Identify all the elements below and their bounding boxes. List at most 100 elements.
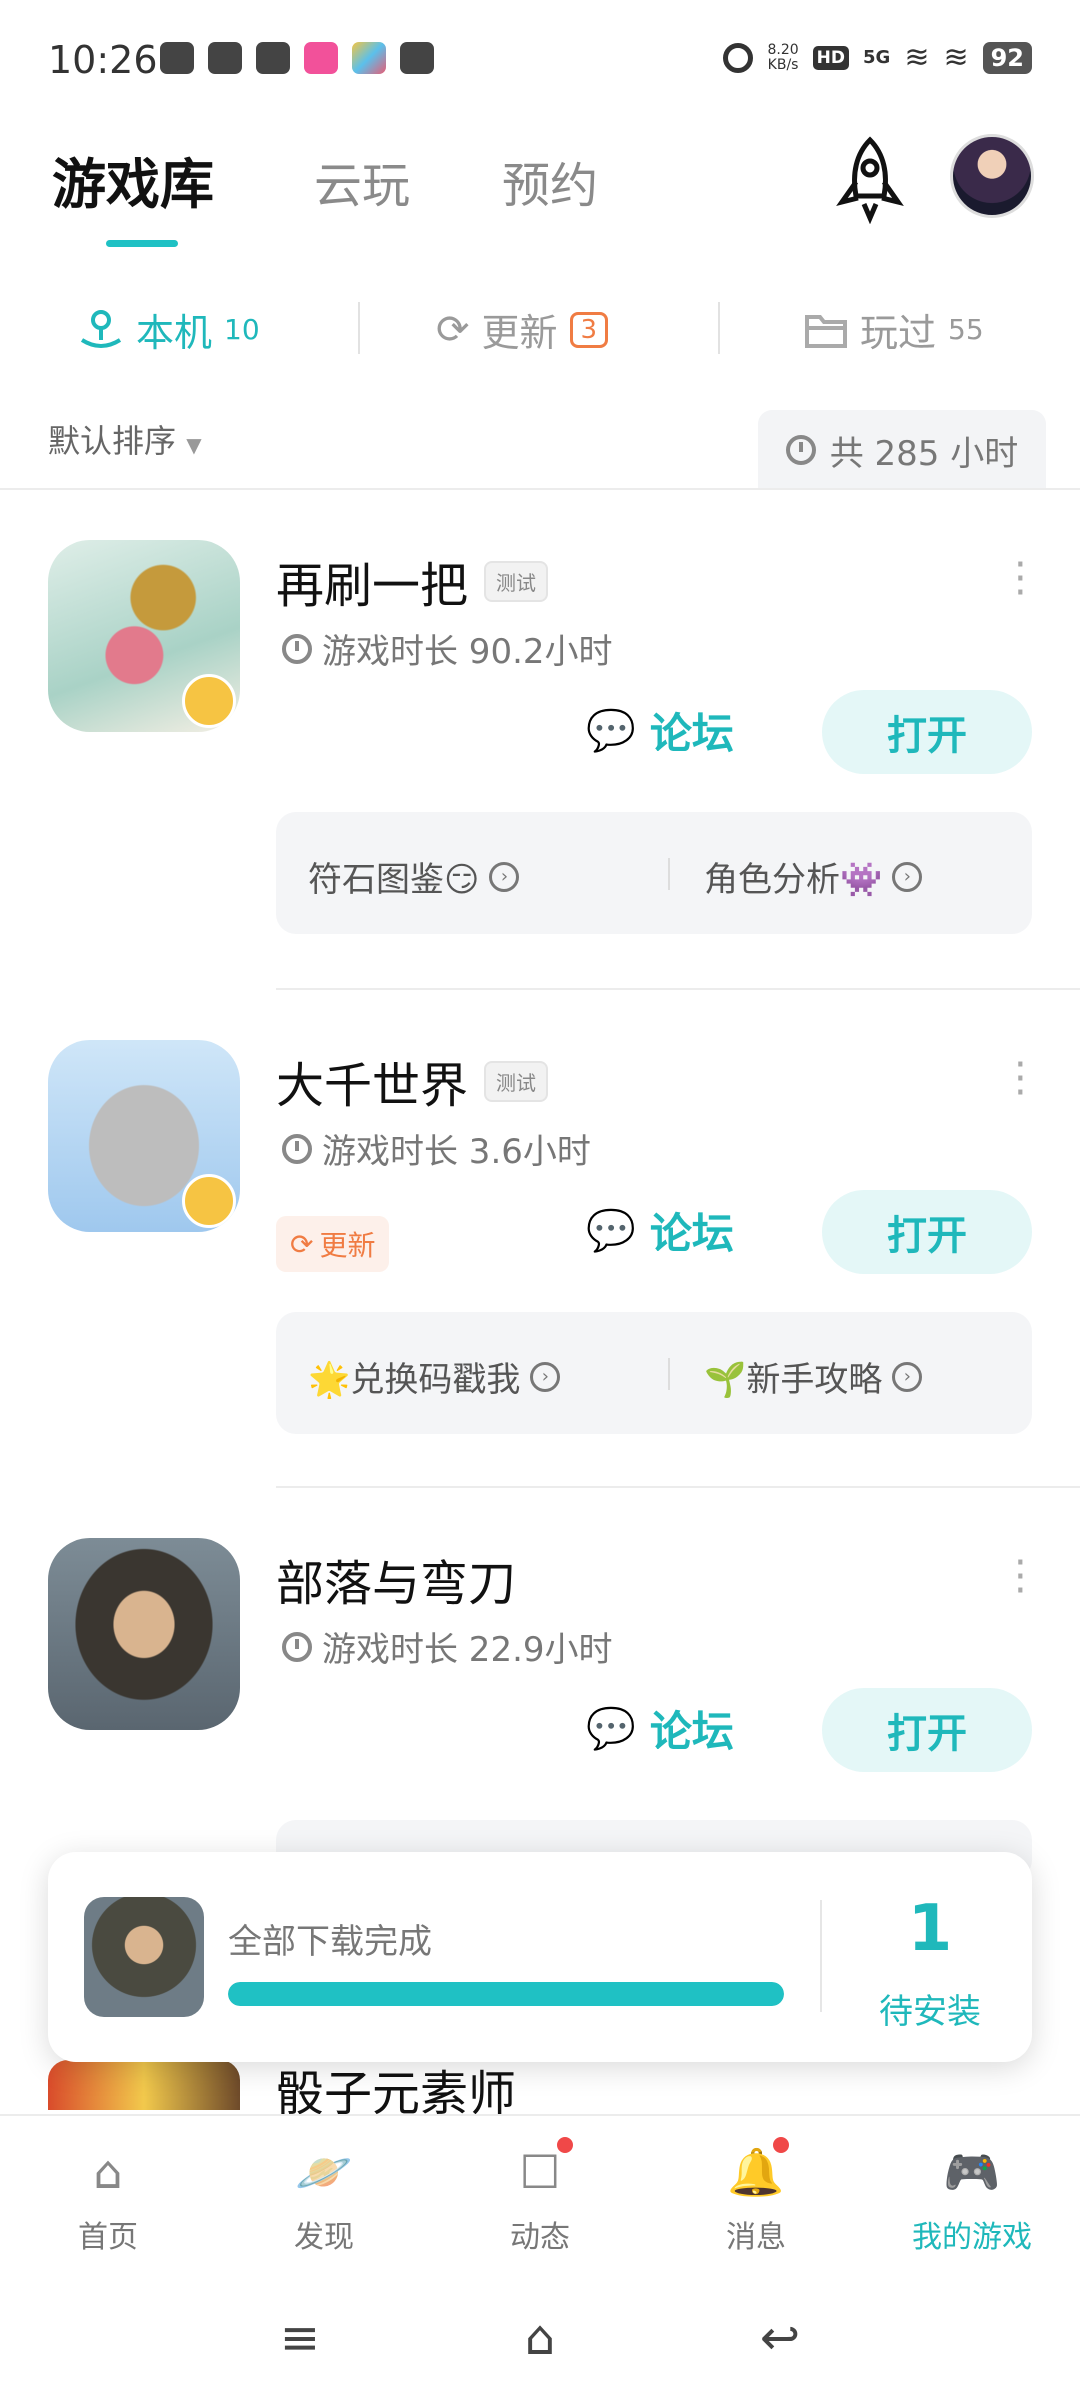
active-tab-indicator [106, 240, 178, 247]
user-avatar[interactable] [950, 134, 1034, 218]
download-progress-fill [228, 1982, 784, 2006]
back-icon[interactable]: ↩ [748, 2308, 812, 2368]
home-button-icon[interactable]: ⌂ [508, 2308, 572, 2368]
net-speed: 8.20 KB/s [767, 42, 799, 73]
tab-cloud-play[interactable]: 云玩 [314, 146, 410, 216]
link-divider [668, 858, 670, 890]
nav-messages[interactable]: 🔔 消息 [648, 2134, 864, 2256]
nav-activity[interactable]: ☐ 动态 [432, 2134, 648, 2256]
game-title-text: 部落与弯刀 [276, 1556, 517, 1612]
quick-link-label: 符石图鉴😏 [308, 860, 480, 900]
download-complete-popup[interactable]: 全部下载完成 1 待安装 [48, 1852, 1032, 2062]
game-playtime: 游戏时长 3.6小时 [282, 1124, 591, 1173]
subtab-local[interactable]: 本机 10 [78, 302, 260, 357]
subtab-update[interactable]: ⟳ 更新 3 [436, 302, 609, 357]
quick-link[interactable]: 角色分析👾 › [704, 852, 923, 901]
tab-reservation[interactable]: 预约 [502, 146, 598, 216]
wifi-icon: ≋ [904, 40, 930, 75]
pending-install-label[interactable]: 待安装 [828, 1984, 1032, 2033]
wifi-secondary-icon: ≋ [943, 40, 969, 75]
hd-icon: HD [812, 45, 849, 70]
nav-label: 首页 [78, 2220, 138, 2255]
forum-button[interactable]: 💬 论坛 [586, 1698, 734, 1759]
link-divider [668, 1358, 670, 1390]
subtab-local-count: 10 [224, 313, 260, 346]
nav-label: 发现 [294, 2220, 354, 2255]
total-playtime: 共 285 小时 [758, 410, 1046, 490]
game-icon[interactable] [48, 540, 240, 732]
game-icon[interactable] [48, 1040, 240, 1232]
nav-discover[interactable]: 🪐 发现 [216, 2140, 432, 2256]
subtab-played-count: 55 [948, 313, 984, 346]
status-time: 10:26 [48, 38, 158, 82]
library-subtabs: 本机 10 ⟳ 更新 3 玩过 55 [0, 290, 1080, 370]
sort-dropdown[interactable]: 默认排序 ▼ [48, 416, 202, 462]
rocket-icon[interactable] [832, 136, 908, 224]
divider [0, 488, 1080, 490]
forum-button[interactable]: 💬 论坛 [586, 1200, 734, 1261]
forum-icon: 💬 [586, 708, 636, 754]
notification-icons [160, 42, 434, 74]
pending-install-count: 1 [907, 1892, 953, 1966]
chat-bubble-icon [208, 42, 242, 74]
smiley-badge-icon [182, 1174, 236, 1228]
tab-game-library[interactable]: 游戏库 [52, 140, 214, 219]
alarm-icon [723, 42, 754, 73]
notification-dot [770, 2134, 792, 2156]
update-tag[interactable]: ⟳ 更新 [276, 1216, 390, 1272]
test-tag: 测试 [484, 560, 549, 602]
nav-my-games[interactable]: 🎮 我的游戏 [864, 2140, 1080, 2256]
system-navigation-bar: ≡ ⌂ ↩ [0, 2276, 1080, 2400]
qq-icon [160, 42, 194, 74]
playtime-text: 游戏时长 22.9小时 [322, 1630, 613, 1670]
card-divider [276, 988, 1080, 990]
quick-link-label: 🌟兑换码戳我 [308, 1360, 521, 1400]
sort-label: 默认排序 [48, 422, 177, 460]
menu-icon[interactable]: ≡ [268, 2308, 332, 2368]
planet-icon: 🪐 [295, 2144, 353, 2199]
game-title: 再刷一把 测试 [276, 546, 549, 616]
subtab-divider [358, 302, 360, 354]
timer-icon [282, 633, 312, 664]
download-progress-bar [228, 1982, 784, 2006]
open-button[interactable]: 打开 [822, 690, 1032, 774]
total-playtime-text: 共 285 小时 [829, 433, 1019, 474]
sort-row: 默认排序 ▼ 共 285 小时 [0, 410, 1080, 490]
home-icon: ⌂ [93, 2145, 123, 2199]
subtab-divider [718, 302, 720, 354]
open-button[interactable]: 打开 [822, 1688, 1032, 1772]
popup-divider [820, 1900, 822, 2012]
playtime-text: 游戏时长 3.6小时 [322, 1132, 591, 1172]
status-right: 8.20 KB/s HD 5G ≋ ≋ 92 [723, 40, 1032, 75]
net-speed-unit: KB/s [767, 56, 799, 73]
quick-link-label: 🌱新手攻略 [704, 1360, 883, 1400]
game-icon[interactable] [48, 1538, 240, 1730]
refresh-icon: ⟳ [436, 306, 470, 353]
chevron-right-icon: › [489, 861, 520, 892]
download-status-text: 全部下载完成 [228, 1922, 432, 1962]
subtab-local-label: 本机 [136, 311, 213, 355]
more-options-icon[interactable]: · · · [1014, 1045, 1027, 1113]
forum-button[interactable]: 💬 论坛 [586, 700, 734, 761]
signal-5g-icon: 5G [863, 47, 891, 68]
card-divider [276, 1486, 1080, 1488]
game-icon[interactable] [48, 2060, 240, 2110]
quick-link[interactable]: 🌟兑换码戳我 › [308, 1352, 561, 1401]
nav-label: 消息 [726, 2220, 786, 2255]
nav-home[interactable]: ⌂ 首页 [0, 2140, 216, 2256]
message-board-icon: ☐ [508, 2134, 576, 2204]
subtab-played-label: 玩过 [860, 311, 937, 355]
forum-icon: 💬 [586, 1208, 636, 1254]
subtab-played[interactable]: 玩过 55 [804, 302, 984, 357]
game-app-icon [352, 42, 386, 74]
playtime-text: 游戏时长 90.2小时 [322, 632, 613, 672]
more-options-icon[interactable]: · · · [1014, 545, 1027, 613]
refresh-icon: ⟳ [290, 1227, 314, 1261]
open-button[interactable]: 打开 [822, 1190, 1032, 1274]
subtab-update-label: 更新 [481, 311, 558, 355]
more-options-icon[interactable]: · · · [1014, 1543, 1027, 1611]
quick-link[interactable]: 🌱新手攻略 › [704, 1352, 923, 1401]
subtab-update-count: 3 [569, 311, 609, 348]
chevron-right-icon: › [892, 1361, 923, 1392]
quick-link[interactable]: 符石图鉴😏 › [308, 852, 520, 901]
